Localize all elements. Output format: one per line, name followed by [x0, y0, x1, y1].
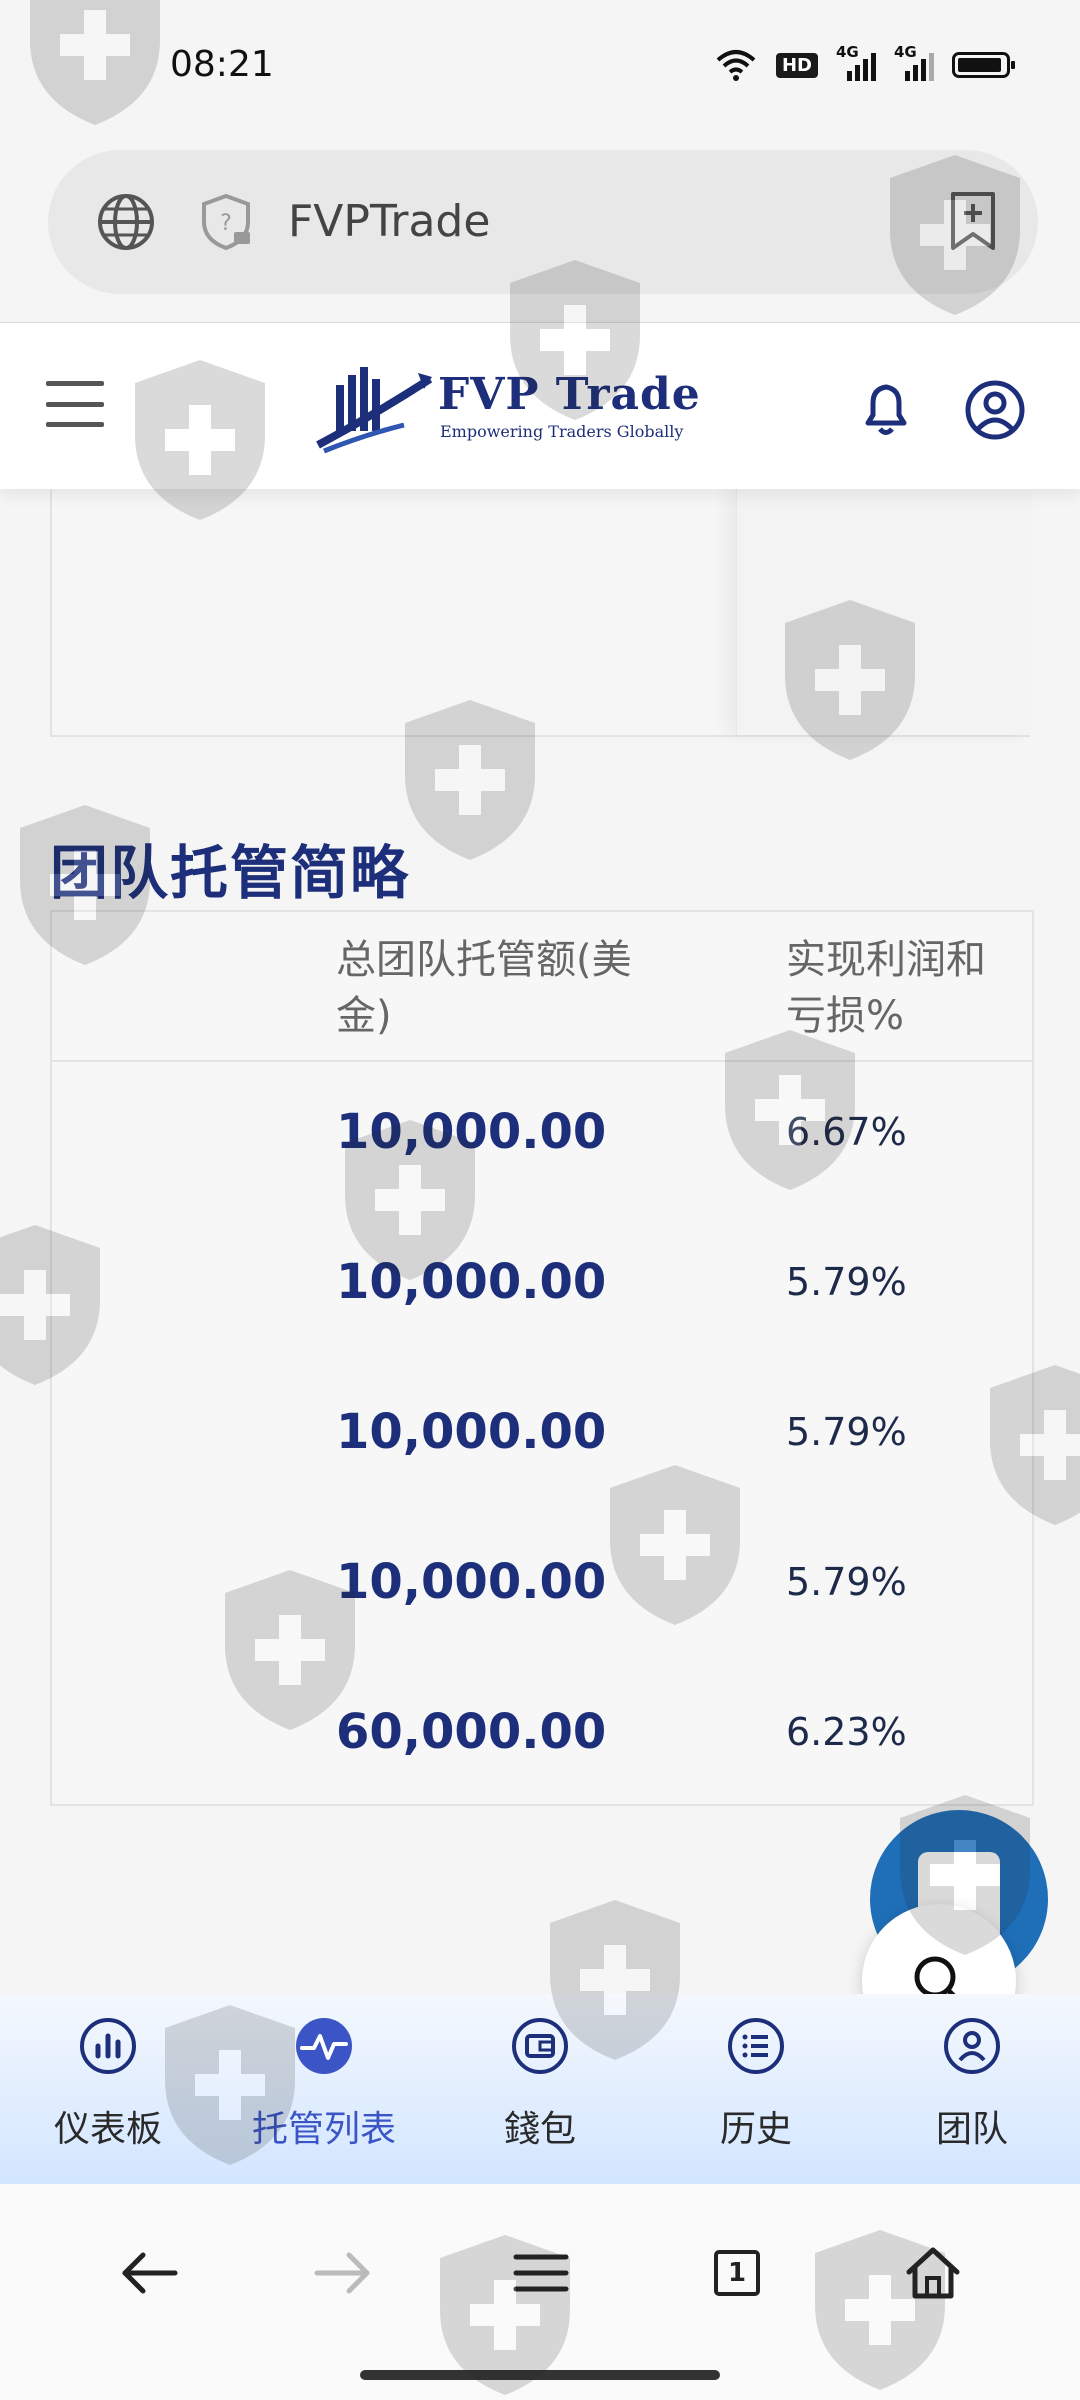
row-amount: 10,000.00 [336, 1554, 607, 1610]
forward-button[interactable] [308, 2238, 378, 2308]
row-pnl: 5.79% [786, 1410, 907, 1454]
chart-icon [80, 2018, 136, 2074]
globe-icon[interactable] [96, 192, 156, 252]
back-arrow-icon [122, 2252, 178, 2294]
status-bar: 08:21 HD 4G 4G [0, 0, 1080, 140]
nav-item-dashboard[interactable]: 仪表板 [0, 1994, 216, 2184]
menu-icon[interactable] [46, 381, 104, 427]
nav-label: 托管列表 [251, 2109, 396, 2150]
bottom-nav: 仪表板 托管列表 錢包 历史 团队 [0, 1994, 1080, 2184]
team-icon [944, 2018, 1000, 2074]
signal-icon-2: 4G [894, 43, 934, 81]
table-header: 总团队托管额(美金) 实现利润和亏损% [52, 912, 1032, 1062]
summary-table: 总团队托管额(美金) 实现利润和亏损% 10,000.00 6.67% 10,0… [50, 910, 1034, 1806]
add-bookmark-icon[interactable] [948, 190, 998, 252]
svg-text:?: ? [220, 211, 232, 236]
row-pnl: 6.67% [786, 1110, 907, 1154]
home-icon [906, 2247, 960, 2299]
table-row: 10,000.00 5.79% [52, 1510, 1032, 1660]
table-row: 10,000.00 5.79% [52, 1360, 1032, 1510]
nav-label: 团队 [935, 2109, 1008, 2150]
brand-logo-icon [316, 367, 433, 454]
nav-label: 历史 [719, 2109, 792, 2150]
row-amount: 10,000.00 [336, 1254, 607, 1310]
row-amount: 10,000.00 [336, 1404, 607, 1460]
row-amount: 60,000.00 [336, 1704, 607, 1760]
tabs-button[interactable]: 1 [702, 2238, 772, 2308]
address-bar[interactable]: ? FVPTrade [48, 150, 1038, 294]
bell-icon[interactable] [858, 379, 914, 439]
previous-card-column [736, 489, 1031, 735]
home-indicator[interactable] [360, 2370, 720, 2380]
pulse-icon [296, 2018, 352, 2074]
table-row: 10,000.00 6.67% [52, 1060, 1032, 1210]
hd-badge: HD [775, 52, 818, 78]
brand-tagline: Empowering Traders Globally [440, 422, 684, 441]
nav-item-custody-list[interactable]: 托管列表 [216, 1994, 432, 2184]
list-icon [728, 2018, 784, 2074]
brand-name[interactable]: FVP Trade [438, 369, 701, 420]
site-header: FVP Trade Empowering Traders Globally [0, 323, 1080, 489]
tabs-icon: 1 [714, 2250, 760, 2296]
forward-arrow-icon [314, 2252, 370, 2294]
wifi-icon [716, 50, 756, 81]
back-button[interactable] [114, 2238, 184, 2308]
nav-item-team[interactable]: 团队 [864, 1994, 1080, 2184]
nav-label: 仪表板 [53, 2109, 162, 2150]
menu-icon [513, 2254, 569, 2292]
table-row: 60,000.00 6.23% [52, 1660, 1032, 1810]
user-icon[interactable] [964, 379, 1026, 441]
home-button[interactable] [898, 2238, 968, 2308]
signal-icon-1: 4G [836, 43, 876, 81]
status-time: 08:21 [170, 44, 274, 85]
browser-menu-button[interactable] [506, 2238, 576, 2308]
security-shield-icon[interactable]: ? [198, 192, 254, 252]
previous-card [50, 489, 1031, 737]
row-pnl: 6.23% [786, 1710, 907, 1754]
table-row: 10,000.00 5.79% [52, 1210, 1032, 1360]
column-header-amount: 总团队托管额(美金) [336, 937, 632, 1039]
address-text[interactable]: FVPTrade [288, 196, 490, 247]
nav-label: 錢包 [503, 2109, 576, 2150]
browser-toolbar: 1 [0, 2184, 1080, 2400]
status-icons: HD 4G 4G [714, 43, 1015, 82]
nav-item-history[interactable]: 历史 [648, 1994, 864, 2184]
row-pnl: 5.79% [786, 1260, 907, 1304]
wallet-icon [512, 2018, 568, 2074]
section-title: 团队托管简略 [50, 839, 411, 907]
battery-icon [952, 52, 1015, 78]
column-header-pnl: 实现利润和亏损% [786, 937, 986, 1039]
nav-item-wallet[interactable]: 錢包 [432, 1994, 648, 2184]
row-pnl: 5.79% [786, 1560, 907, 1604]
row-amount: 10,000.00 [336, 1104, 607, 1160]
